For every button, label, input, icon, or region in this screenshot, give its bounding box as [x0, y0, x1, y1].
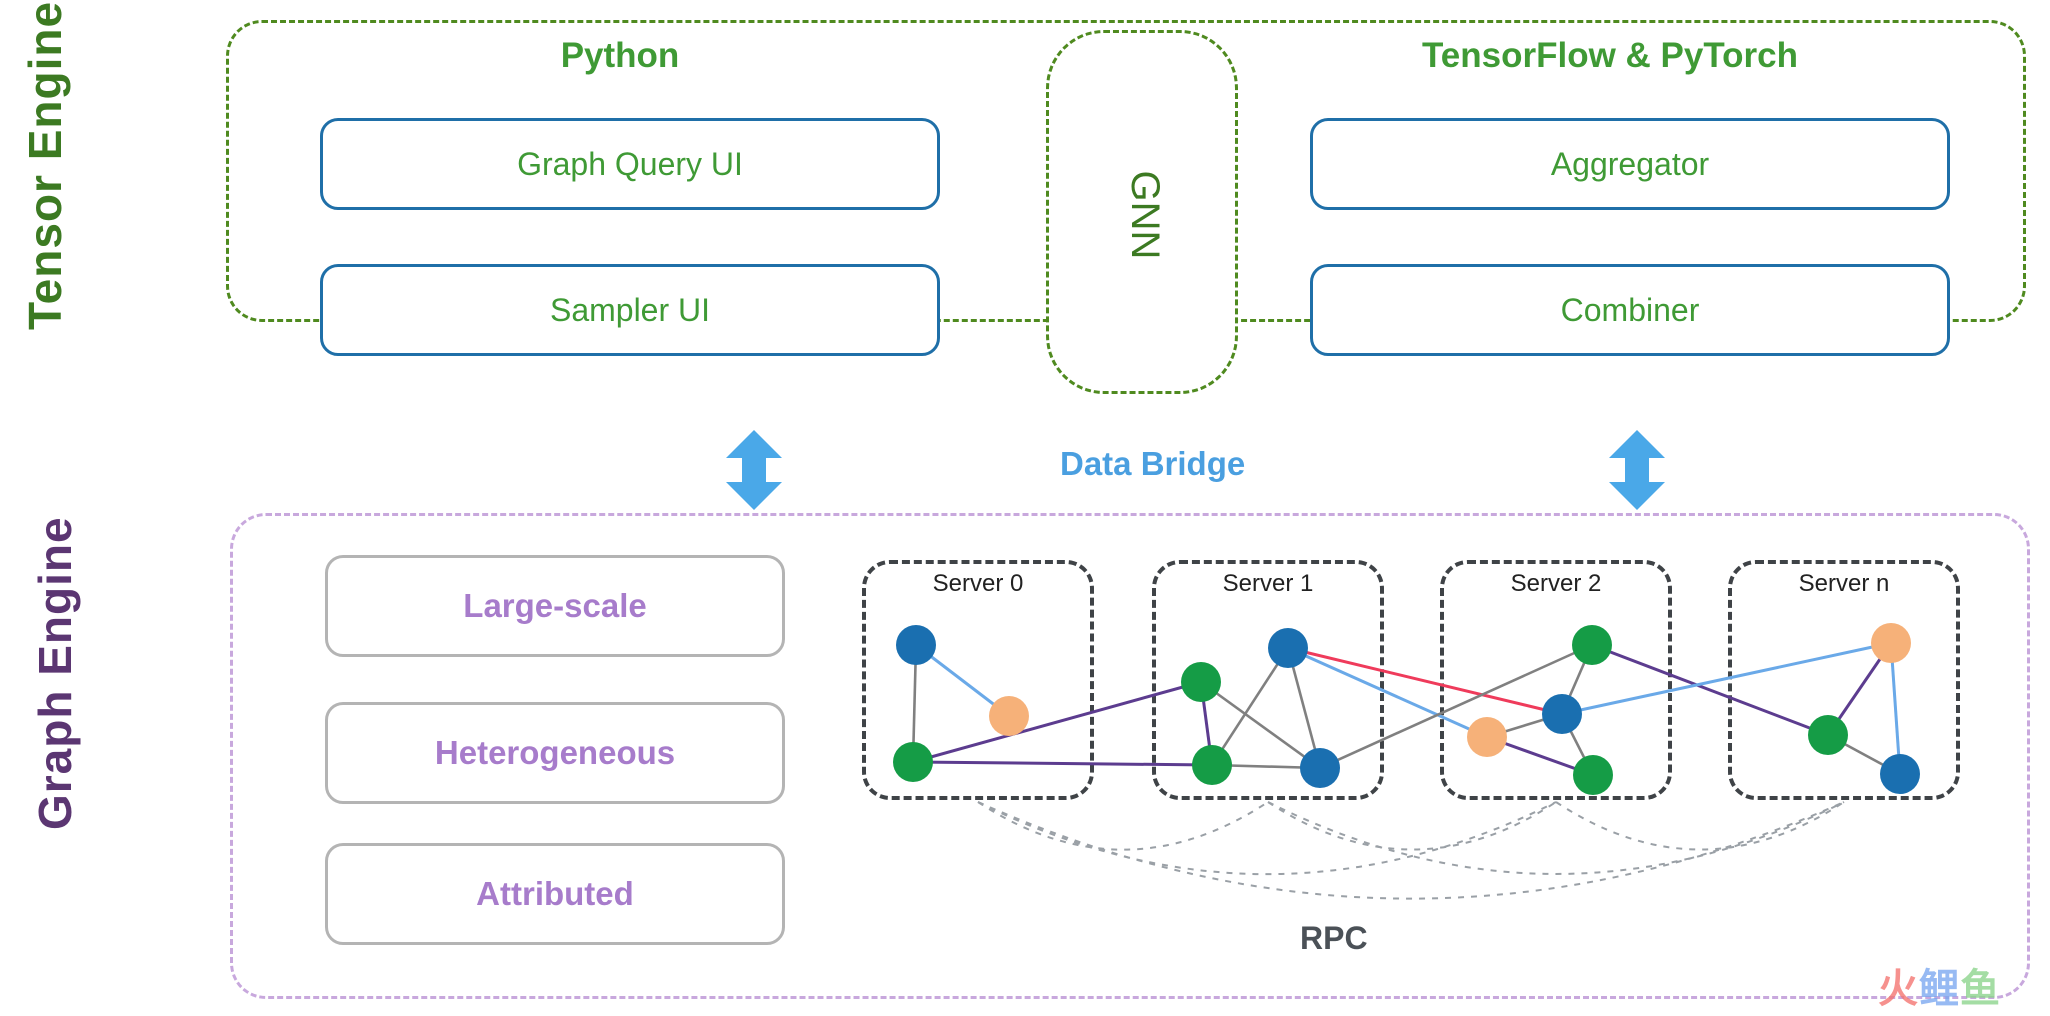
watermark: 火鲤鱼	[1878, 956, 2001, 1014]
watermark-char-2: 鲤	[1919, 967, 1960, 1011]
rpc-label: RPC	[1300, 920, 1368, 956]
frameworks-column-title: TensorFlow & PyTorch	[1422, 36, 1798, 75]
server-label-2: Server 2	[1510, 570, 1602, 597]
aggregator-box[interactable]: Aggregator	[1310, 118, 1950, 210]
combiner-box[interactable]: Combiner	[1310, 264, 1950, 356]
gnn-label: GNN	[1123, 170, 1167, 260]
property-box-large-scale[interactable]: Large-scale	[325, 555, 785, 657]
sampler-ui-box[interactable]: Sampler UI	[320, 264, 940, 356]
data-bridge-left-arrow-icon	[722, 428, 786, 517]
data-bridge-right-arrow-icon	[1605, 428, 1669, 517]
server-label-0: Server 0	[932, 570, 1024, 597]
watermark-char-3: 鱼	[1960, 967, 2001, 1011]
watermark-char-1: 火	[1878, 967, 1919, 1011]
data-bridge-label: Data Bridge	[1060, 445, 1246, 482]
gnn-box[interactable]: GNN	[1046, 30, 1238, 394]
property-box-attributed[interactable]: Attributed	[325, 843, 785, 945]
server-label-3: Server n	[1798, 570, 1890, 597]
property-box-heterogeneous[interactable]: Heterogeneous	[325, 702, 785, 804]
graph-engine-section-label: Graph Engine	[29, 516, 81, 830]
python-column-title: Python	[560, 36, 680, 75]
graph-query-ui-box[interactable]: Graph Query UI	[320, 118, 940, 210]
server-label-1: Server 1	[1222, 570, 1314, 597]
tensor-engine-section-label: Tensor Engine	[19, 0, 71, 330]
